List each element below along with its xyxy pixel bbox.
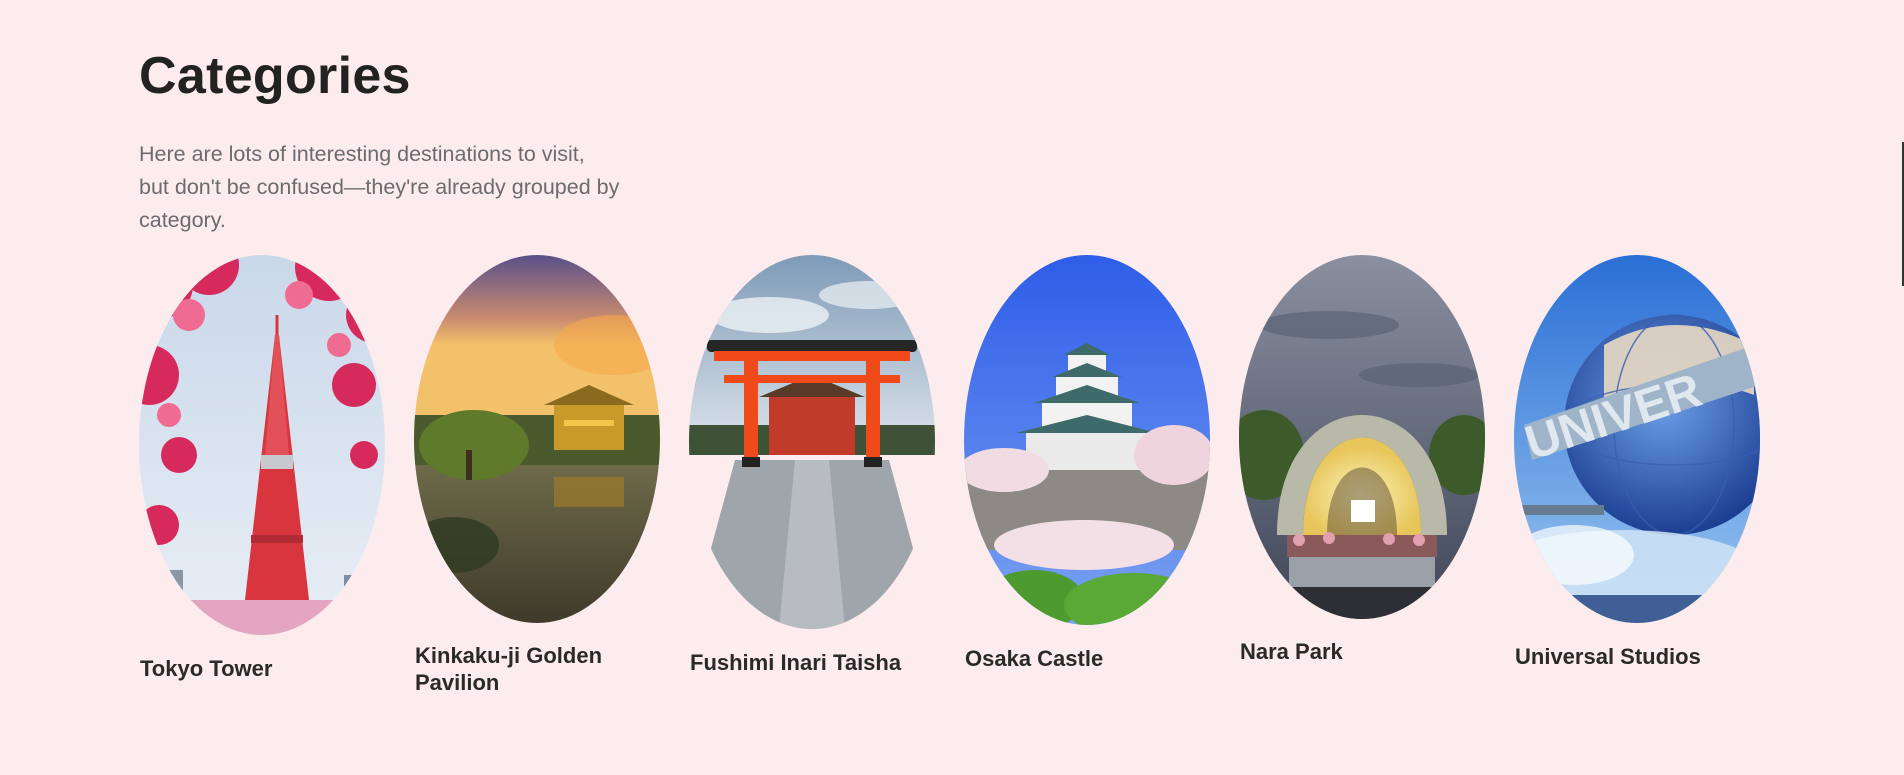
category-card-nara-park[interactable]: Nara Park <box>1239 255 1485 664</box>
category-label[interactable]: Nara Park <box>1240 638 1343 665</box>
category-card-osaka-castle[interactable]: Osaka Castle <box>964 255 1210 671</box>
category-image[interactable] <box>1239 255 1485 619</box>
description-line: category. <box>139 208 226 232</box>
category-label[interactable]: Universal Studios <box>1515 643 1701 670</box>
section-title: Categories <box>139 47 411 105</box>
category-label[interactable]: Fushimi Inari Taisha <box>690 649 901 676</box>
category-image[interactable] <box>414 255 660 623</box>
description-line: but don't be confused—they're already gr… <box>139 175 620 199</box>
categories-section: Categories Here are lots of interesting … <box>139 0 1779 775</box>
category-card-kinkaku-ji[interactable]: Kinkaku-ji Golden Pavilion <box>414 255 660 695</box>
category-card-tokyo-tower[interactable]: Tokyo Tower <box>139 255 385 681</box>
category-image[interactable] <box>139 255 385 635</box>
description-line: Here are lots of interesting destination… <box>139 142 585 166</box>
category-image[interactable] <box>964 255 1210 625</box>
category-card-fushimi-inari[interactable]: Fushimi Inari Taisha <box>689 255 935 675</box>
category-image[interactable] <box>689 255 935 629</box>
category-label[interactable]: Kinkaku-ji Golden Pavilion <box>415 642 602 696</box>
category-label[interactable]: Osaka Castle <box>965 645 1103 672</box>
category-card-universal-studios[interactable]: UNIVER Universal Studios <box>1514 255 1760 669</box>
category-label[interactable]: Tokyo Tower <box>140 655 272 682</box>
category-image[interactable]: UNIVER <box>1514 255 1760 623</box>
section-description: Here are lots of interesting destination… <box>139 138 659 237</box>
